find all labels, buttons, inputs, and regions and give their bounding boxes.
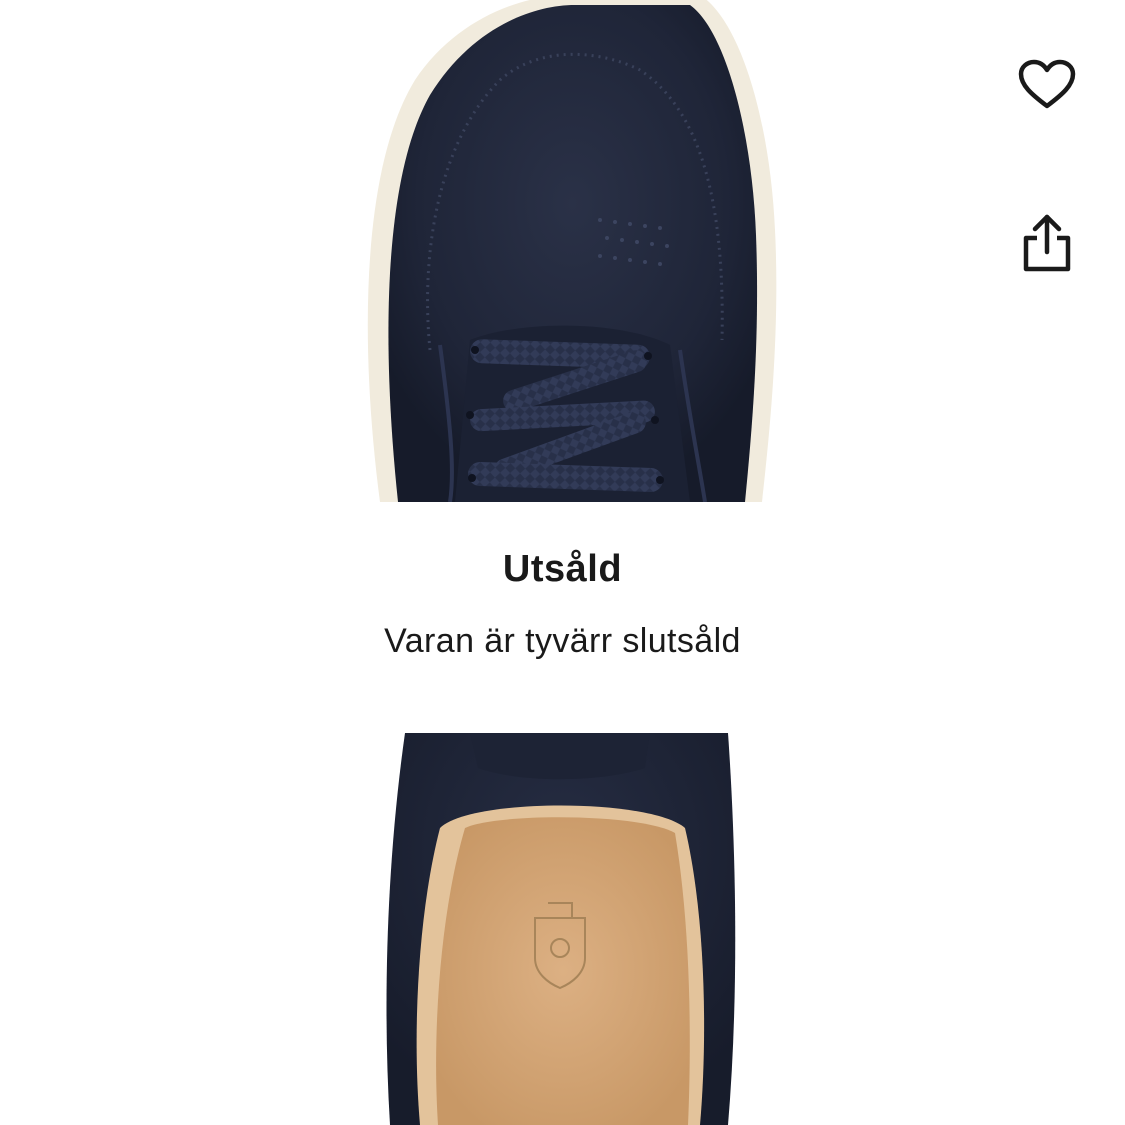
share-icon <box>1023 214 1071 272</box>
product-image-bottom <box>386 733 736 1125</box>
heart-icon <box>1018 59 1076 109</box>
soldout-message: Varan är tyvärr slutsåld <box>384 622 741 660</box>
product-image-top <box>367 0 777 502</box>
soldout-banner: Utsåld Varan är tyvärr slutsåld <box>0 502 1125 733</box>
soldout-title: Utsåld <box>502 548 623 590</box>
favorite-button[interactable] <box>1011 49 1083 121</box>
share-button[interactable] <box>1011 207 1083 279</box>
